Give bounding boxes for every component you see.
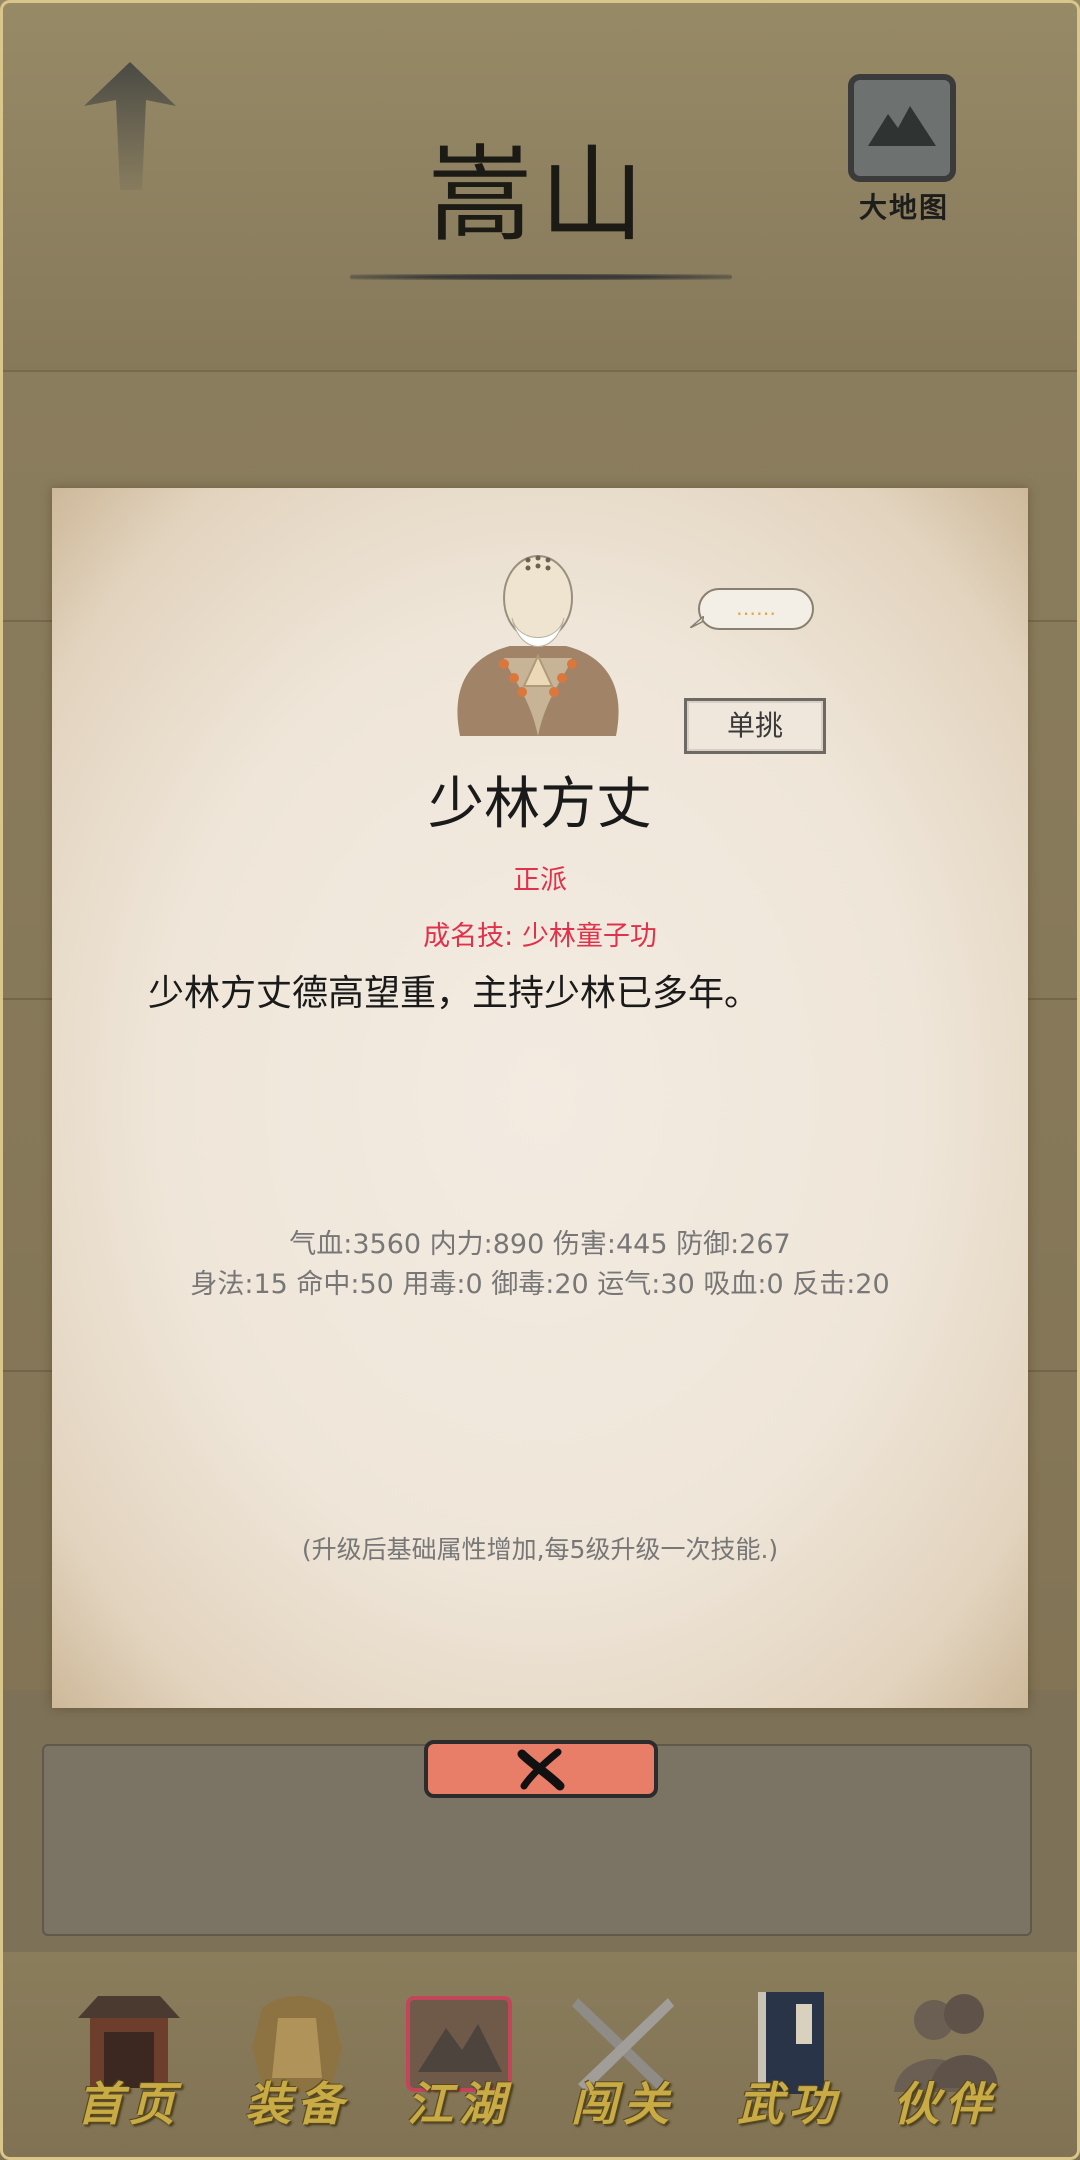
- screen-frame: [0, 0, 1080, 2160]
